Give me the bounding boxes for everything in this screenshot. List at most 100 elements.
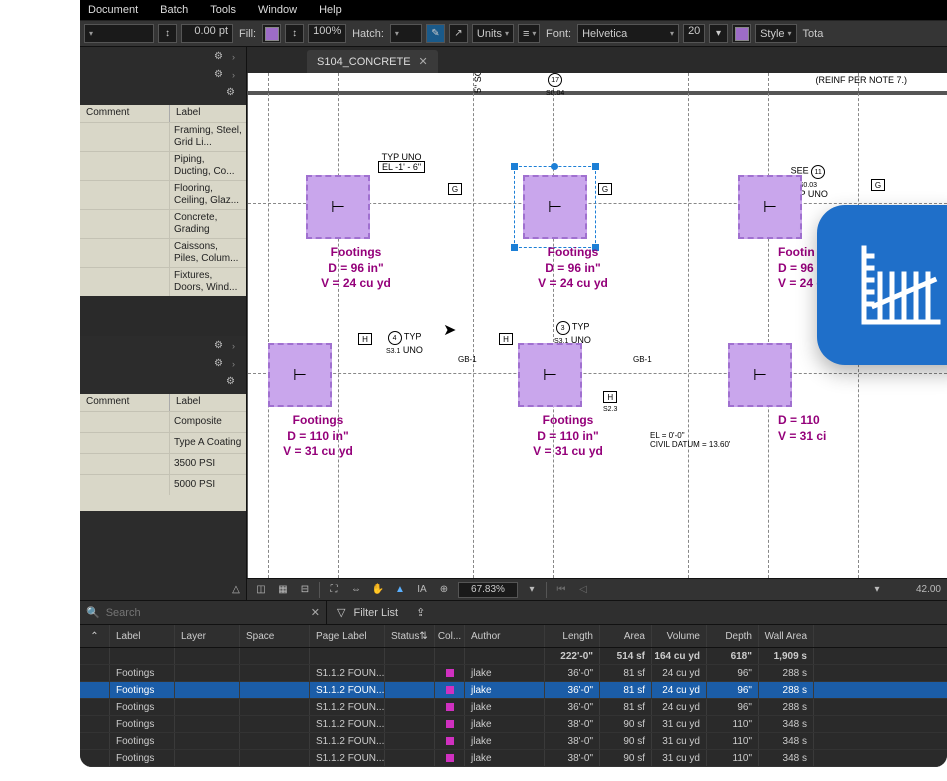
chevron-right-icon[interactable]: › — [232, 52, 240, 64]
table-row[interactable]: FootingsS1.1.2 FOUN...jlake36'-0"81 sf24… — [80, 665, 947, 682]
line-style-dropdown[interactable]: ▾ — [84, 24, 154, 43]
menu-document[interactable]: Document — [88, 4, 138, 16]
table-row[interactable]: FootingsS1.1.2 FOUN...jlake36'-0"81 sf24… — [80, 682, 947, 699]
gb1-label: GB-1 — [633, 355, 652, 364]
export-icon[interactable]: ⇪ — [416, 606, 425, 619]
footing-3[interactable]: ⊢ FootinD = 96V = 24 c — [738, 175, 802, 239]
zoom-input[interactable] — [458, 582, 518, 598]
col-length[interactable]: Length — [545, 625, 600, 647]
gear-icon[interactable]: ⚙ — [214, 358, 228, 372]
footing-5[interactable]: ⊢ FootingsD = 110 in"V = 31 cu yd — [518, 343, 582, 407]
units-dropdown[interactable]: Units▾ — [472, 24, 514, 43]
list-item[interactable]: 5000 PSI — [80, 474, 246, 495]
total-label: Tota — [803, 28, 824, 40]
list-item[interactable]: Piping, Ducting, Co... — [80, 151, 246, 180]
search-input[interactable] — [106, 607, 305, 619]
opacity-input[interactable]: 100% — [308, 24, 346, 43]
font-size-stepper[interactable]: ▾ — [709, 24, 728, 43]
menu-help[interactable]: Help — [319, 4, 342, 16]
footing-1[interactable]: ⊢ FootingsD = 96 in"V = 24 cu yd — [306, 175, 370, 239]
split-h-icon[interactable]: ⊟ — [297, 582, 313, 598]
col-color[interactable]: Col... — [435, 625, 465, 647]
table-row[interactable]: FootingsS1.1.2 FOUN...jlake38'-0"90 sf31… — [80, 716, 947, 733]
menu-tools[interactable]: Tools — [210, 4, 236, 16]
text-select-icon[interactable]: IA — [414, 582, 430, 598]
col-status[interactable]: Status ⇅ — [385, 625, 435, 647]
panel-b-header: Comment Label — [80, 394, 246, 411]
menu-batch[interactable]: Batch — [160, 4, 188, 16]
select-icon[interactable]: ▲ — [392, 582, 408, 598]
col-author[interactable]: Author — [465, 625, 545, 647]
close-icon[interactable]: ✕ — [419, 55, 428, 68]
tab-s104-concrete[interactable]: S104_CONCRETE ✕ — [307, 50, 438, 73]
list-item[interactable]: Composite — [80, 411, 246, 432]
footing-6[interactable]: ⊢ D = 110V = 31 ci — [728, 343, 792, 407]
line-weight-input[interactable]: 0.00 pt — [181, 24, 233, 43]
footing-2-selected[interactable]: ⊢ FootingsD = 96 in"V = 24 cu yd — [523, 175, 587, 239]
chevron-right-icon[interactable]: › — [232, 359, 240, 371]
filter-icon[interactable]: ▽ — [337, 606, 345, 619]
col-label[interactable]: Label — [170, 394, 206, 411]
zoom-icon[interactable]: ⊕ — [436, 582, 452, 598]
chevron-right-icon[interactable]: › — [232, 70, 240, 82]
footing-4[interactable]: ⊢ FootingsD = 110 in"V = 31 cu yd — [268, 343, 332, 407]
gear-icon[interactable]: ⚙ — [214, 69, 228, 83]
font-color-swatch[interactable] — [732, 24, 751, 43]
opacity-stepper[interactable]: ↕ — [285, 24, 304, 43]
list-item[interactable]: Type A Coating — [80, 432, 246, 453]
col-depth[interactable]: Depth — [707, 625, 759, 647]
col-comment[interactable]: Comment — [80, 394, 170, 411]
font-dropdown[interactable]: Helvetica▾ — [577, 24, 679, 43]
pan-icon[interactable]: ✋ — [370, 582, 386, 598]
chevron-right-icon[interactable]: › — [232, 341, 240, 353]
col-layer[interactable]: Layer — [175, 625, 240, 647]
list-item[interactable]: Concrete, Grading — [80, 209, 246, 238]
align-dropdown[interactable]: ≡▾ — [518, 24, 540, 43]
search-box[interactable]: 🔍 ✕ — [80, 601, 327, 624]
chevron-down-icon[interactable]: ▾ — [869, 582, 885, 598]
menu-window[interactable]: Window — [258, 4, 297, 16]
list-item[interactable]: Fixtures, Doors, Wind... — [80, 267, 246, 296]
col-label[interactable]: Label — [110, 625, 175, 647]
col-volume[interactable]: Volume — [652, 625, 707, 647]
list-item[interactable]: Framing, Steel, Grid Li... — [80, 122, 246, 151]
filter-label[interactable]: Filter List — [353, 607, 398, 619]
list-item[interactable]: Flooring, Ceiling, Glaz... — [80, 180, 246, 209]
col-area[interactable]: Area — [600, 625, 652, 647]
stepper-button[interactable]: ↕ — [158, 24, 177, 43]
prev-page-icon[interactable]: ◁ — [575, 582, 591, 598]
style-dropdown[interactable]: Style▾ — [755, 24, 796, 43]
hatch-dropdown[interactable]: ▾ — [390, 24, 422, 43]
split-v-icon[interactable]: ◫ — [253, 582, 269, 598]
reinf-note: (REINF PER NOTE 7.) — [815, 75, 907, 85]
col-space[interactable]: Space — [240, 625, 310, 647]
table-row[interactable]: FootingsS1.1.2 FOUN...jlake38'-0"90 sf31… — [80, 750, 947, 767]
col-page[interactable]: Page Label — [310, 625, 385, 647]
chevron-down-icon[interactable]: ▾ — [524, 582, 540, 598]
gear-icon[interactable]: ⚙ — [214, 340, 228, 354]
table-header: ⌃ Label Layer Space Page Label Status ⇅ … — [80, 624, 947, 648]
fit-width-icon[interactable]: ⇔ — [348, 582, 364, 598]
col-expand[interactable]: ⌃ — [80, 625, 110, 647]
gear-icon[interactable]: ⚙ — [226, 87, 240, 101]
callout-tool-button[interactable]: ↗ — [449, 24, 468, 43]
list-item[interactable]: Caissons, Piles, Colum... — [80, 238, 246, 267]
fit-page-icon[interactable]: ⛶ — [326, 582, 342, 598]
first-page-icon[interactable]: ⏮ — [553, 582, 569, 598]
list-item[interactable]: 3500 PSI — [80, 453, 246, 474]
table-row[interactable]: FootingsS1.1.2 FOUN...jlake36'-0"81 sf24… — [80, 699, 947, 716]
col-wall[interactable]: Wall Area — [759, 625, 814, 647]
highlight-tool-button[interactable]: ✎ — [426, 24, 445, 43]
clear-icon[interactable]: ✕ — [311, 606, 320, 619]
gear-icon[interactable]: ⚙ — [214, 51, 228, 65]
triangle-icon[interactable]: △ — [228, 582, 244, 598]
font-size-input[interactable]: 20 — [683, 24, 705, 43]
col-comment[interactable]: Comment — [80, 105, 170, 122]
panel-controls-a: ⚙ › ⚙ › ⚙ — [80, 47, 246, 105]
table-row[interactable]: FootingsS1.1.2 FOUN...jlake38'-0"90 sf31… — [80, 733, 947, 750]
split-grid-icon[interactable]: ▦ — [275, 582, 291, 598]
fill-color-swatch[interactable] — [262, 24, 281, 43]
col-label[interactable]: Label — [170, 105, 206, 122]
gear-icon[interactable]: ⚙ — [226, 376, 240, 390]
grid-g-bubble: G — [448, 183, 462, 195]
